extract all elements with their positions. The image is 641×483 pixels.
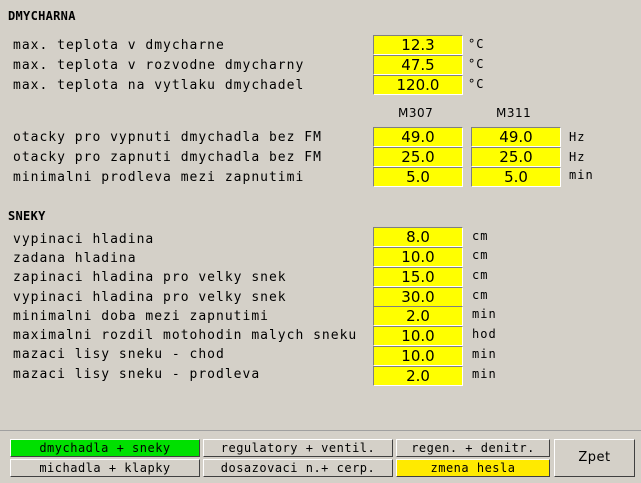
value-mazaci-lisy-chod[interactable]: 10.0 [373,346,463,366]
unit-max-teplota-vytlaku: °C [468,77,485,91]
unit-vypinaci-hladina: cm [472,229,489,243]
nav-dmychadla-sneky-button[interactable]: dmychadla + sneky [10,439,200,457]
label-maximalni-rozdil-motohodin: maximalni rozdil motohodin malych sneku [13,328,358,343]
value-minimalni-prodleva-m311[interactable]: 5.0 [471,167,561,187]
label-mazaci-lisy-chod: mazaci lisy sneku - chod [13,347,225,362]
value-otacky-zapnuti-m307[interactable]: 25.0 [373,147,463,167]
label-otacky-vypnuti: otacky pro vypnuti dmychadla bez FM [13,130,322,145]
back-button[interactable]: Zpet [554,439,635,477]
value-maximalni-rozdil-motohodin[interactable]: 10.0 [373,326,463,346]
label-minimalni-doba: minimalni doba mezi zapnutimi [13,309,269,324]
label-vypinaci-hladina: vypinaci hladina [13,232,155,247]
unit-maximalni-rozdil-motohodin: hod [472,327,497,341]
unit-max-teplota-dmycharne: °C [468,37,485,51]
value-max-teplota-dmycharne[interactable]: 12.3 [373,35,463,55]
value-otacky-vypnuti-m311[interactable]: 49.0 [471,127,561,147]
nav-zmena-hesla-button[interactable]: zmena hesla [396,459,550,477]
column-header-m307: M307 [398,106,434,120]
navigation-bar: dmychadla + sneky regulatory + ventil. r… [0,430,641,483]
unit-zadana-hladina: cm [472,248,489,262]
section-title-dmycharna: DMYCHARNA [8,9,76,23]
nav-regulatory-ventil-button[interactable]: regulatory + ventil. [203,439,393,457]
label-max-teplota-vytlaku: max. teplota na vytlaku dmychadel [13,78,305,93]
unit-max-teplota-rozvodne: °C [468,57,485,71]
label-zadana-hladina: zadana hladina [13,251,137,266]
label-minimalni-prodleva: minimalni prodleva mezi zapnutimi [13,170,305,185]
value-minimalni-doba[interactable]: 2.0 [373,306,463,326]
label-mazaci-lisy-prodleva: mazaci lisy sneku - prodleva [13,367,261,382]
column-header-m311: M311 [496,106,532,120]
value-otacky-zapnuti-m311[interactable]: 25.0 [471,147,561,167]
value-max-teplota-rozvodne[interactable]: 47.5 [373,55,463,75]
value-vypinaci-hladina-velky[interactable]: 30.0 [373,287,463,307]
nav-dosazovaci-cerp-button[interactable]: dosazovaci n.+ cerp. [203,459,393,477]
label-max-teplota-dmycharne: max. teplota v dmycharne [13,38,225,53]
unit-minimalni-doba: min [472,307,497,321]
label-zapinaci-hladina-velky: zapinaci hladina pro velky snek [13,270,287,285]
unit-otacky-vypnuti: Hz [569,130,586,144]
value-zadana-hladina[interactable]: 10.0 [373,247,463,267]
nav-regen-denitr-button[interactable]: regen. + denitr. [396,439,550,457]
unit-vypinaci-hladina-velky: cm [472,288,489,302]
unit-minimalni-prodleva: min [569,168,594,182]
label-vypinaci-hladina-velky: vypinaci hladina pro velky snek [13,290,287,305]
value-minimalni-prodleva-m307[interactable]: 5.0 [373,167,463,187]
unit-zapinaci-hladina-velky: cm [472,268,489,282]
unit-otacky-zapnuti: Hz [569,150,586,164]
value-vypinaci-hladina[interactable]: 8.0 [373,227,463,247]
label-otacky-zapnuti: otacky pro zapnuti dmychadla bez FM [13,150,322,165]
value-max-teplota-vytlaku[interactable]: 120.0 [373,75,463,95]
section-title-sneky: SNEKY [8,209,46,223]
value-mazaci-lisy-prodleva[interactable]: 2.0 [373,366,463,386]
value-otacky-vypnuti-m307[interactable]: 49.0 [373,127,463,147]
label-max-teplota-rozvodne: max. teplota v rozvodne dmycharny [13,58,305,73]
unit-mazaci-lisy-chod: min [472,347,497,361]
unit-mazaci-lisy-prodleva: min [472,367,497,381]
nav-michadla-klapky-button[interactable]: michadla + klapky [10,459,200,477]
value-zapinaci-hladina-velky[interactable]: 15.0 [373,267,463,287]
